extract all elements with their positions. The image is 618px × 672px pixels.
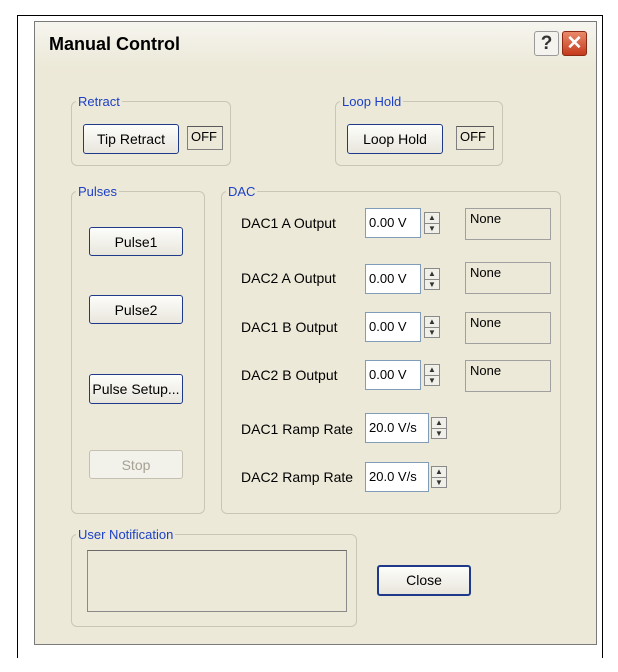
- dac2-ramp-rate-input[interactable]: 20.0 V/s: [365, 462, 429, 492]
- loop-hold-button[interactable]: Loop Hold: [347, 124, 443, 154]
- retract-legend: Retract: [78, 94, 120, 109]
- manual-control-dialog: Manual Control ? ✕ Retract Tip Retract O…: [34, 21, 597, 645]
- close-icon: ✕: [566, 33, 583, 54]
- dac1-b-output-status: None: [465, 312, 551, 344]
- dac2-a-output-input[interactable]: 0.00 V: [365, 264, 421, 294]
- dac2-a-output-spinner[interactable]: ▲ ▼: [424, 268, 440, 290]
- dac1-a-output-label: DAC1 A Output: [241, 215, 336, 231]
- tip-retract-button[interactable]: Tip Retract: [83, 124, 179, 154]
- dac-legend: DAC: [228, 184, 256, 199]
- help-button[interactable]: ?: [534, 31, 559, 56]
- title-bar[interactable]: Manual Control ? ✕: [35, 22, 596, 67]
- dac1-b-output-input[interactable]: 0.00 V: [365, 312, 421, 342]
- question-icon: ?: [540, 33, 553, 54]
- spin-up-icon[interactable]: ▲: [425, 365, 439, 375]
- dac1-ramp-rate-label: DAC1 Ramp Rate: [241, 421, 354, 437]
- retract-status: OFF: [187, 126, 223, 150]
- user-notification-legend: User Notification: [78, 527, 174, 542]
- dac1-a-output-status: None: [465, 208, 551, 240]
- dac1-a-output-input[interactable]: 0.00 V: [365, 208, 421, 238]
- dac1-ramp-rate-input[interactable]: 20.0 V/s: [365, 413, 429, 443]
- window-close-button[interactable]: ✕: [562, 31, 587, 56]
- dac2-ramp-rate-spinner[interactable]: ▲ ▼: [431, 466, 447, 488]
- spin-down-icon[interactable]: ▼: [425, 223, 439, 234]
- stop-button[interactable]: Stop: [89, 450, 183, 479]
- dac2-a-output-status: None: [465, 262, 551, 294]
- dac2-b-output-label: DAC2 B Output: [241, 367, 338, 383]
- pulses-legend: Pulses: [78, 184, 118, 199]
- dac2-b-output-status: None: [465, 360, 551, 392]
- dac1-ramp-rate-spinner[interactable]: ▲ ▼: [431, 417, 447, 439]
- dac1-b-output-label: DAC1 B Output: [241, 319, 338, 335]
- dac1-a-output-spinner[interactable]: ▲ ▼: [424, 212, 440, 234]
- dac2-b-output-spinner[interactable]: ▲ ▼: [424, 364, 440, 386]
- user-notification-box: [87, 550, 347, 612]
- spin-down-icon[interactable]: ▼: [425, 375, 439, 386]
- pulse2-button[interactable]: Pulse2: [89, 295, 183, 324]
- dac2-a-output-label: DAC2 A Output: [241, 270, 336, 286]
- spin-up-icon[interactable]: ▲: [425, 269, 439, 279]
- spin-down-icon[interactable]: ▼: [425, 279, 439, 290]
- window-title: Manual Control: [49, 34, 180, 54]
- close-button[interactable]: Close: [377, 565, 471, 596]
- spin-up-icon[interactable]: ▲: [432, 418, 446, 428]
- spin-down-icon[interactable]: ▼: [432, 477, 446, 488]
- loop-hold-status: OFF: [456, 126, 494, 150]
- dac1-b-output-spinner[interactable]: ▲ ▼: [424, 316, 440, 338]
- spin-up-icon[interactable]: ▲: [432, 467, 446, 477]
- spin-down-icon[interactable]: ▼: [425, 327, 439, 338]
- spin-down-icon[interactable]: ▼: [432, 428, 446, 439]
- pulse-setup-button[interactable]: Pulse Setup...: [89, 374, 183, 404]
- loop-hold-legend: Loop Hold: [342, 94, 402, 109]
- pulse1-button[interactable]: Pulse1: [89, 227, 183, 256]
- dac2-b-output-input[interactable]: 0.00 V: [365, 360, 421, 390]
- dac2-ramp-rate-label: DAC2 Ramp Rate: [241, 469, 354, 485]
- spin-up-icon[interactable]: ▲: [425, 213, 439, 223]
- spin-up-icon[interactable]: ▲: [425, 317, 439, 327]
